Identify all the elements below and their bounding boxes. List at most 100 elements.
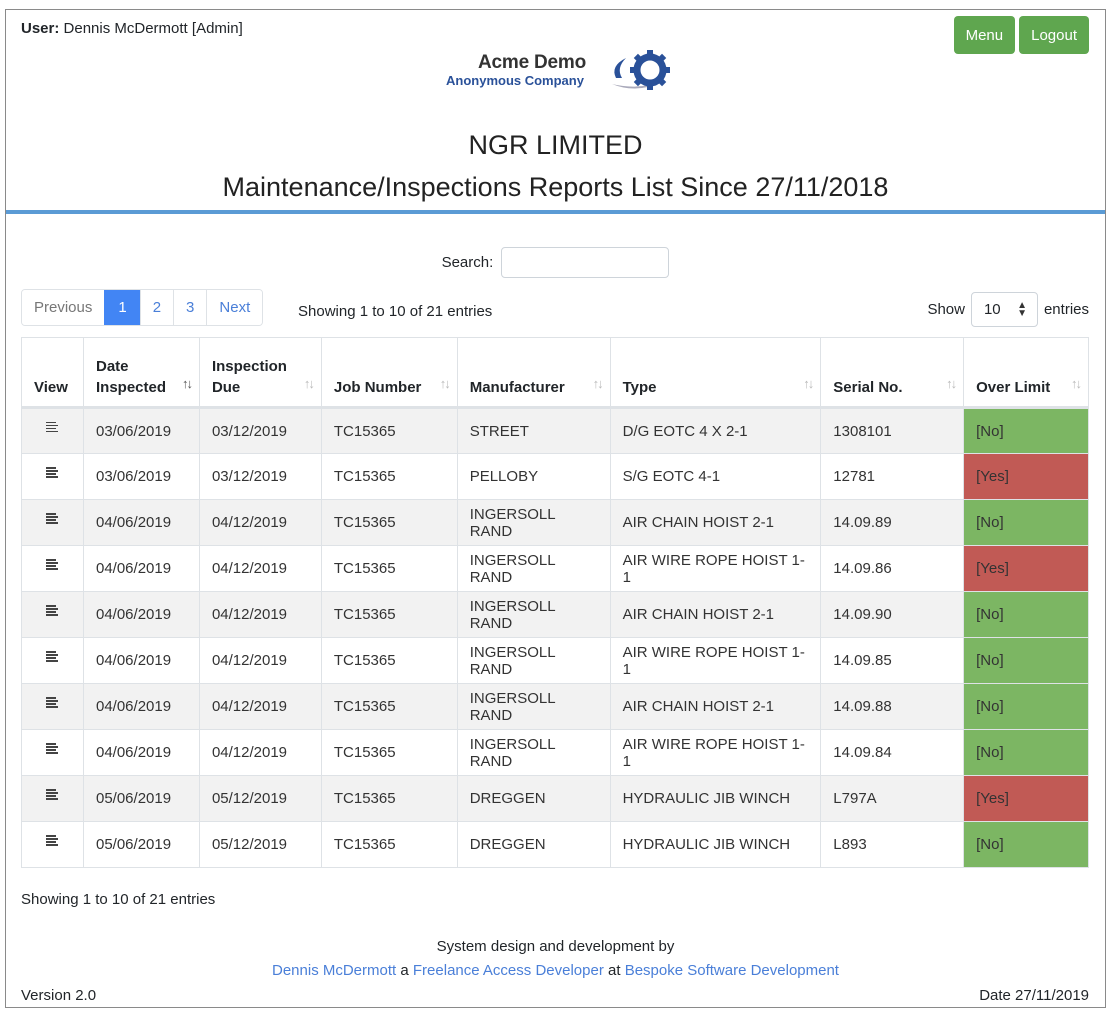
menu-button[interactable]: Menu — [953, 16, 1016, 54]
pagination-page-3[interactable]: 3 — [173, 290, 207, 325]
table-row: 04/06/2019 04/12/2019 TC15365 INGERSOLL RAN… — [21, 499, 1089, 546]
col-header-type[interactable]: Type ↑↓ — [609, 337, 822, 409]
view-report-icon[interactable] — [46, 651, 59, 662]
company-logo: Acme Demo Anonymous Company — [446, 48, 686, 108]
company-link[interactable]: Bespoke Software Development — [625, 962, 839, 979]
serial-cell: 12781 — [820, 453, 965, 500]
inspection-due-cell: 03/12/2019 — [198, 453, 322, 500]
job-number-cell: TC15365 — [320, 821, 458, 868]
over-limit-cell: [No] — [963, 821, 1089, 868]
author-link[interactable]: Dennis McDermott — [272, 962, 396, 979]
job-number-cell: TC15365 — [320, 499, 458, 546]
page-title: Maintenance/Inspections Reports List Sin… — [222, 172, 889, 202]
inspection-due-cell: 05/12/2019 — [198, 821, 322, 868]
view-report-icon[interactable] — [46, 743, 59, 754]
inspection-due-cell: 04/12/2019 — [198, 499, 322, 546]
date-inspected-cell: 04/06/2019 — [82, 683, 200, 730]
pagination-page-2[interactable]: 2 — [139, 290, 174, 325]
sort-icon[interactable]: ↑↓ — [182, 373, 193, 394]
pagination-previous[interactable]: Previous — [22, 290, 105, 325]
job-number-cell: TC15365 — [320, 591, 458, 638]
pagination-page-1[interactable]: 1 — [104, 290, 140, 325]
type-cell: AIR WIRE ROPE HOIST 1-1 — [609, 545, 822, 592]
col-header-date-inspected[interactable]: Date Inspected ↑↓ — [82, 337, 200, 409]
sort-icon[interactable]: ↑↓ — [304, 373, 315, 394]
type-cell: AIR CHAIN HOIST 2-1 — [609, 683, 822, 730]
pagination-next[interactable]: Next — [206, 290, 263, 325]
footer-word-at: at — [608, 962, 621, 979]
date-inspected-cell: 03/06/2019 — [82, 407, 200, 454]
page-length-select[interactable]: 10 ▲ ▼ — [970, 292, 1038, 327]
serial-cell: L797A — [820, 775, 965, 822]
view-cell — [21, 729, 84, 776]
sort-icon[interactable]: ↑↓ — [946, 373, 957, 394]
version-label: Version 2.0 — [21, 987, 97, 1004]
select-arrows-icon: ▲ ▼ — [1017, 299, 1027, 319]
job-number-cell: TC15365 — [320, 775, 458, 822]
table-row: 05/06/2019 05/12/2019 TC15365 DREGGEN HYDRAU… — [21, 821, 1089, 868]
job-number-cell: TC15365 — [320, 637, 458, 684]
entries-info-bottom: Showing 1 to 10 of 21 entries — [21, 891, 216, 908]
view-cell — [21, 407, 84, 454]
over-limit-cell: [No] — [963, 407, 1089, 454]
serial-cell: 1308101 — [820, 407, 965, 454]
page-length-value: 10 — [983, 301, 1001, 318]
logout-button[interactable]: Logout — [1019, 16, 1089, 54]
over-limit-cell: [No] — [963, 499, 1089, 546]
serial-cell: 14.09.86 — [820, 545, 965, 592]
view-report-icon[interactable] — [46, 467, 59, 478]
table-row: 05/06/2019 05/12/2019 TC15365 DREGGEN HYDRAU… — [21, 775, 1089, 822]
entries-label: entries — [1043, 301, 1089, 318]
view-report-icon[interactable] — [46, 697, 59, 708]
role-link[interactable]: Freelance Access Developer — [413, 962, 604, 979]
sort-icon[interactable]: ↑↓ — [803, 373, 814, 394]
col-header-serial[interactable]: Serial No. ↑↓ — [820, 337, 965, 409]
view-cell — [21, 775, 84, 822]
date-inspected-cell: 04/06/2019 — [82, 729, 200, 776]
view-report-icon[interactable] — [46, 605, 59, 616]
col-header-view: View — [21, 337, 84, 409]
view-report-icon[interactable] — [46, 835, 59, 846]
over-limit-cell: [No] — [963, 729, 1089, 776]
sort-icon[interactable]: ↑↓ — [1071, 373, 1082, 394]
job-number-cell: TC15365 — [320, 683, 458, 730]
type-cell: HYDRAULIC JIB WINCH — [609, 821, 822, 868]
search-label: Search: — [441, 254, 494, 271]
job-number-cell: TC15365 — [320, 407, 458, 454]
table-row: 04/06/2019 04/12/2019 TC15365 INGERSOLL RAN… — [21, 545, 1089, 592]
table-row: 04/06/2019 04/12/2019 TC15365 INGERSOLL RAN… — [21, 591, 1089, 638]
col-header-over-limit[interactable]: Over Limit ↑↓ — [963, 337, 1089, 409]
manufacturer-cell: DREGGEN — [456, 821, 611, 868]
table-body: 03/06/2019 03/12/2019 TC15365 STREET D/G EOT… — [21, 407, 1089, 868]
inspection-due-cell: 04/12/2019 — [198, 729, 322, 776]
type-cell: AIR CHAIN HOIST 2-1 — [609, 499, 822, 546]
logo-subtitle: Anonymous Company — [446, 73, 584, 88]
entries-info-top: Showing 1 to 10 of 21 entries — [298, 303, 493, 320]
table-row: 03/06/2019 03/12/2019 TC15365 STREET D/G EOT… — [21, 407, 1089, 454]
view-report-icon[interactable] — [46, 559, 59, 570]
view-report-icon[interactable] — [46, 789, 59, 800]
view-report-icon[interactable] — [46, 513, 59, 524]
col-header-manufacturer[interactable]: Manufacturer ↑↓ — [456, 337, 611, 409]
inspection-due-cell: 04/12/2019 — [198, 545, 322, 592]
over-limit-cell: [No] — [963, 591, 1089, 638]
view-cell — [21, 453, 84, 500]
sort-icon[interactable]: ↑↓ — [440, 373, 451, 394]
view-cell — [21, 637, 84, 684]
search-input[interactable] — [501, 247, 670, 278]
job-number-cell: TC15365 — [320, 729, 458, 776]
type-cell: AIR WIRE ROPE HOIST 1-1 — [609, 637, 822, 684]
col-header-job-number[interactable]: Job Number ↑↓ — [320, 337, 458, 409]
over-limit-cell: [Yes] — [963, 453, 1089, 500]
col-header-inspection-due[interactable]: Inspection Due ↑↓ — [198, 337, 322, 409]
search-bar: Search: — [6, 247, 1105, 278]
inspection-due-cell: 04/12/2019 — [198, 591, 322, 638]
gear-icon — [612, 50, 670, 90]
view-report-icon[interactable] — [46, 421, 59, 433]
show-label: Show — [927, 301, 965, 318]
sort-icon[interactable]: ↑↓ — [593, 373, 604, 394]
over-limit-cell: [No] — [963, 637, 1089, 684]
type-cell: AIR CHAIN HOIST 2-1 — [609, 591, 822, 638]
page-frame: User: Dennis McDermott [Admin] Menu Logo… — [5, 9, 1106, 1008]
date-inspected-cell: 05/06/2019 — [82, 775, 200, 822]
